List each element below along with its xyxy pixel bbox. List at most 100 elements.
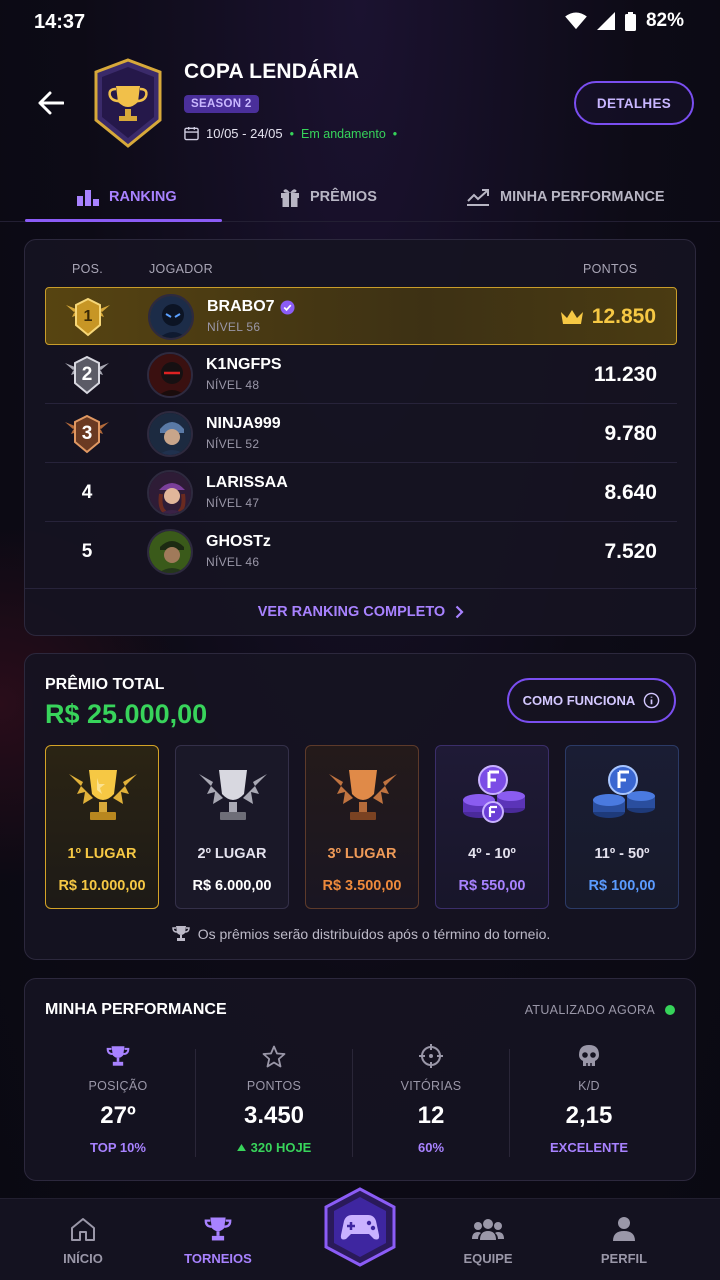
updated-label: ATUALIZADO AGORA bbox=[524, 1003, 655, 1017]
chevron-right-icon bbox=[455, 605, 464, 619]
tab-premios[interactable]: PRÊMIOS bbox=[280, 172, 377, 222]
tier-amount: R$ 3.500,00 bbox=[322, 878, 402, 894]
signal-icon bbox=[596, 12, 615, 30]
bronze-rank-badge-icon: 3 bbox=[65, 405, 109, 463]
star-icon bbox=[262, 1045, 286, 1067]
status-bar: 14:37 82% bbox=[0, 0, 720, 44]
ranking-row[interactable]: 2 K1NGFPS NÍVEL 48 11.230 bbox=[45, 346, 677, 404]
nav-perfil[interactable]: PERFIL bbox=[569, 1213, 679, 1273]
tab-label: RANKING bbox=[109, 189, 177, 205]
gold-trophy-icon bbox=[69, 770, 137, 820]
tab-minha-performance[interactable]: MINHA PERFORMANCE bbox=[466, 172, 665, 222]
online-dot bbox=[665, 1005, 675, 1015]
stat-value: 2,15 bbox=[565, 1102, 613, 1129]
status-icons: 82% bbox=[565, 10, 684, 32]
avatar bbox=[147, 470, 193, 516]
stat-icon-wrap bbox=[352, 1041, 510, 1071]
tab-label: PRÊMIOS bbox=[310, 189, 377, 205]
avatar bbox=[147, 352, 193, 398]
player-level: NÍVEL 47 bbox=[206, 496, 260, 510]
player-points: 12.850 bbox=[591, 305, 656, 328]
updated-status: ATUALIZADO AGORA bbox=[525, 1003, 675, 1017]
tab-ranking[interactable]: RANKING bbox=[77, 172, 177, 222]
stat-label: VITÓRIAS bbox=[400, 1079, 462, 1093]
nav-icon-wrap bbox=[28, 1213, 138, 1245]
nav-label: PERFIL bbox=[600, 1251, 648, 1266]
see-full-ranking-label: VER RANKING COMPLETO bbox=[257, 604, 446, 620]
trend-icon bbox=[467, 189, 489, 206]
tournament-emblem-icon bbox=[94, 58, 162, 148]
live-dot-trailing: • bbox=[392, 126, 398, 141]
nav-icon-wrap bbox=[433, 1213, 543, 1245]
tier-amount: R$ 100,00 bbox=[588, 878, 656, 894]
trophy-icon bbox=[171, 926, 190, 941]
nav-equipe[interactable]: EQUIPE bbox=[433, 1213, 543, 1273]
stat-kd: K/D 2,15 EXCELENTE bbox=[510, 1041, 668, 1161]
nav-torneios[interactable]: TORNEIOS bbox=[163, 1213, 273, 1273]
arrow-left-icon bbox=[38, 91, 64, 115]
ranking-card: POS. JOGADOR PONTOS 1 BRABO7 NÍVEL 56 12… bbox=[24, 239, 697, 636]
prize-tier-2[interactable]: 2º LUGAR R$ 6.000,00 bbox=[175, 745, 289, 909]
status-time: 14:37 bbox=[34, 11, 86, 33]
player-points: 8.640 bbox=[604, 481, 657, 504]
rank-position: 4 bbox=[81, 482, 93, 503]
nav-icon-wrap bbox=[163, 1213, 273, 1245]
battery-percent: 82% bbox=[645, 10, 684, 31]
prize-tier-5[interactable]: 11º - 50º R$ 100,00 bbox=[565, 745, 679, 909]
col-header-player: JOGADOR bbox=[149, 262, 213, 276]
stat-label: PONTOS bbox=[246, 1079, 302, 1093]
verified-icon bbox=[280, 299, 295, 315]
stat-icon-wrap bbox=[195, 1041, 353, 1071]
battery-icon bbox=[624, 11, 636, 31]
details-button[interactable]: DETALHES bbox=[574, 81, 694, 125]
ranking-row[interactable]: 1 BRABO7 NÍVEL 56 12.850 bbox=[45, 287, 677, 345]
gold-rank-badge-icon: 1 bbox=[66, 288, 110, 346]
stat-position: POSIÇÃO 27º TOP 10% bbox=[39, 1041, 197, 1161]
how-it-works-button[interactable]: COMO FUNCIONA bbox=[507, 678, 676, 723]
stat-icon-wrap bbox=[510, 1041, 668, 1071]
ranking-row[interactable]: 3 NINJA999 NÍVEL 52 9.780 bbox=[45, 405, 677, 463]
performance-card: MINHA PERFORMANCE ATUALIZADO AGORA POSIÇ… bbox=[24, 978, 696, 1181]
stat-sub: 320 HOJE bbox=[195, 1140, 353, 1155]
player-points-row: 12.850 bbox=[560, 288, 656, 346]
skull-icon bbox=[579, 1045, 599, 1066]
season-badge: SEASON 2 bbox=[184, 95, 259, 113]
home-icon bbox=[71, 1217, 95, 1241]
prize-tier-4[interactable]: 4º - 10º R$ 550,00 bbox=[435, 745, 549, 909]
active-tab-indicator bbox=[25, 219, 222, 222]
nav-inicio[interactable]: INÍCIO bbox=[28, 1213, 138, 1273]
tournament-title: COPA LENDÁRIA bbox=[184, 60, 360, 83]
avatar bbox=[148, 294, 194, 340]
player-name-row: GHOSTz bbox=[206, 533, 271, 551]
stat-points: PONTOS 3.450 320 HOJE bbox=[195, 1041, 353, 1161]
stat-value: 12 bbox=[417, 1102, 445, 1129]
divider bbox=[25, 588, 697, 589]
player-name-row: NINJA999 bbox=[206, 415, 281, 433]
player-level: NÍVEL 48 bbox=[206, 378, 260, 392]
player-points: 11.230 bbox=[593, 363, 657, 386]
player-points: 9.780 bbox=[604, 422, 657, 445]
play-gamepad-button[interactable] bbox=[324, 1187, 396, 1267]
team-icon bbox=[472, 1219, 504, 1240]
ranking-row[interactable]: 4 LARISSAA NÍVEL 47 8.640 bbox=[45, 464, 677, 522]
stat-sub-text: TOP 10% bbox=[90, 1140, 146, 1155]
player-points: 7.520 bbox=[604, 540, 657, 563]
tier-place: 4º - 10º bbox=[468, 846, 516, 862]
prize-tier-3[interactable]: 3º LUGAR R$ 3.500,00 bbox=[305, 745, 419, 909]
stat-sub: TOP 10% bbox=[39, 1140, 197, 1155]
crosshair-icon bbox=[419, 1044, 443, 1068]
avatar bbox=[147, 411, 193, 457]
tournament-dates: 10/05 - 24/05 bbox=[206, 126, 283, 141]
stat-label: POSIÇÃO bbox=[88, 1079, 148, 1093]
prize-tier-1[interactable]: 1º LUGAR R$ 10.000,00 bbox=[45, 745, 159, 909]
avatar bbox=[147, 529, 193, 575]
tab-label: MINHA PERFORMANCE bbox=[500, 189, 665, 205]
player-name: LARISSAA bbox=[206, 474, 288, 491]
see-full-ranking-link[interactable]: VER RANKING COMPLETO bbox=[25, 590, 697, 634]
back-button[interactable] bbox=[32, 84, 70, 122]
nav-icon-wrap bbox=[569, 1213, 679, 1245]
nav-label: EQUIPE bbox=[463, 1251, 513, 1266]
user-icon bbox=[613, 1217, 635, 1241]
ranking-row[interactable]: 5 GHOSTz NÍVEL 46 7.520 bbox=[45, 523, 677, 581]
trophy-icon bbox=[204, 1217, 232, 1241]
